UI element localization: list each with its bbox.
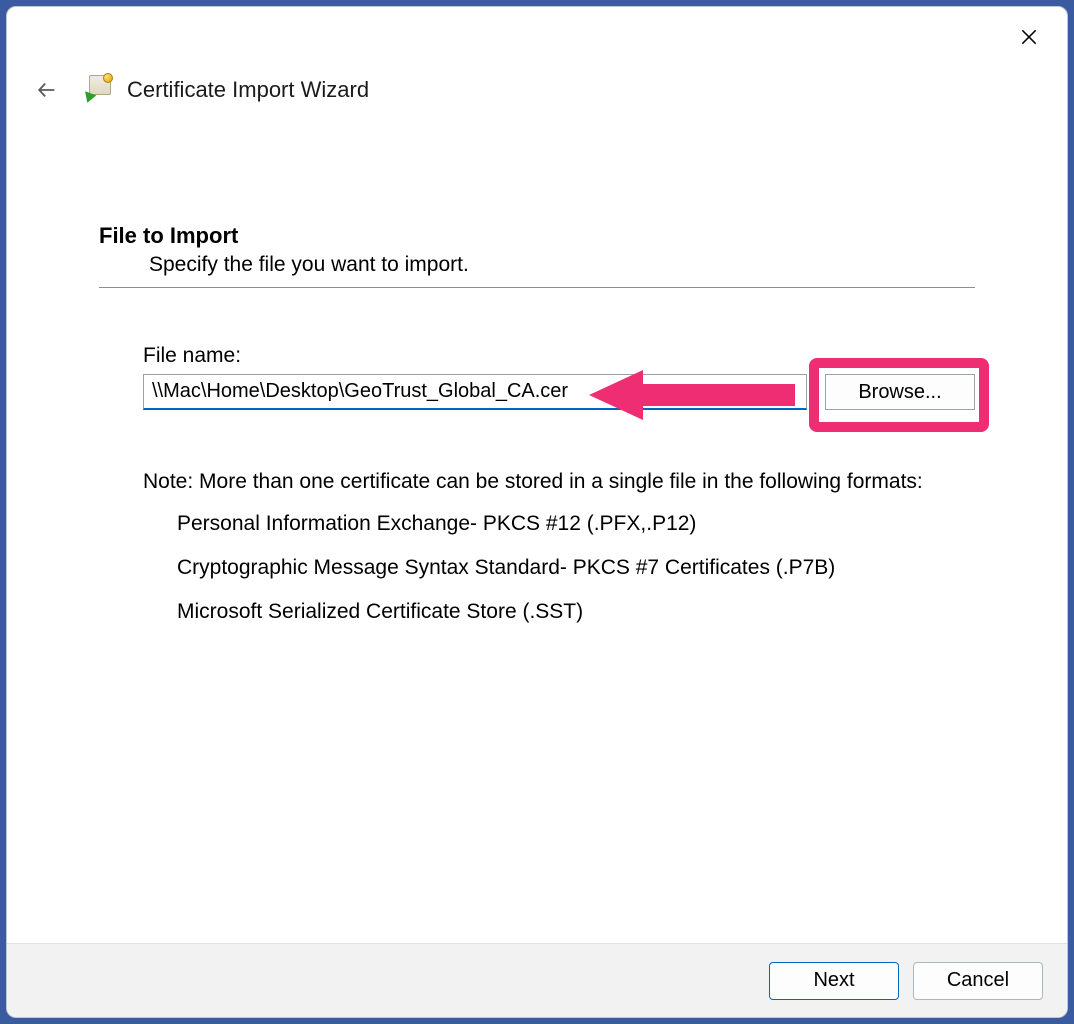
section-divider <box>99 287 975 288</box>
wizard-header: Certificate Import Wizard <box>7 7 1067 105</box>
back-arrow-icon <box>36 79 58 101</box>
section-heading: File to Import <box>99 223 975 249</box>
note-text: Note: More than one certificate can be s… <box>143 470 975 494</box>
cancel-button[interactable]: Cancel <box>913 962 1043 1000</box>
certificate-wizard-icon <box>81 75 111 105</box>
close-button[interactable] <box>1013 21 1045 53</box>
wizard-window: Certificate Import Wizard File to Import… <box>6 6 1068 1018</box>
wizard-footer: Next Cancel <box>7 943 1067 1017</box>
format-item: Personal Information Exchange- PKCS #12 … <box>177 512 975 536</box>
wizard-content: File to Import Specify the file you want… <box>7 105 1067 943</box>
file-name-input[interactable] <box>143 374 807 410</box>
back-button[interactable] <box>33 76 61 104</box>
file-section: File name: Browse... <box>99 344 975 410</box>
note-block: Note: More than one certificate can be s… <box>99 470 975 624</box>
format-item: Microsoft Serialized Certificate Store (… <box>177 600 975 624</box>
wizard-title: Certificate Import Wizard <box>127 77 369 103</box>
browse-button[interactable]: Browse... <box>825 374 975 410</box>
next-button[interactable]: Next <box>769 962 899 1000</box>
format-item: Cryptographic Message Syntax Standard- P… <box>177 556 975 580</box>
close-icon <box>1019 27 1039 47</box>
section-subheading: Specify the file you want to import. <box>99 253 975 277</box>
file-name-label: File name: <box>143 344 975 368</box>
format-list: Personal Information Exchange- PKCS #12 … <box>143 512 975 624</box>
